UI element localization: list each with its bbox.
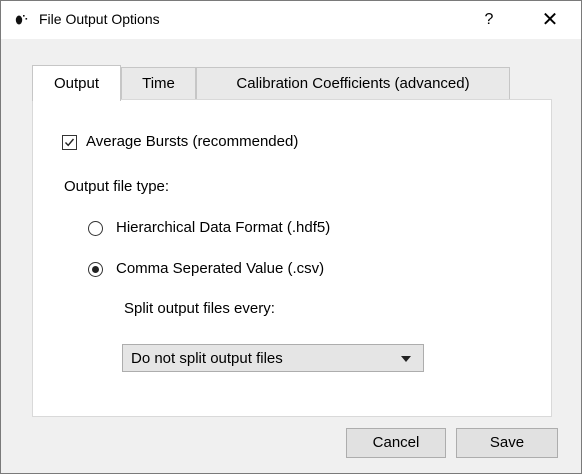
csv-radio[interactable] [88, 262, 103, 277]
split-output-label: Split output files every: [124, 300, 275, 317]
title-bar[interactable]: File Output Options ? ✕ [1, 1, 581, 39]
tab-calibration-coefficients[interactable]: Calibration Coefficients (advanced) [196, 67, 510, 99]
average-bursts-label: Average Bursts (recommended) [86, 133, 299, 150]
help-button[interactable]: ? [479, 8, 499, 32]
average-bursts-checkbox[interactable] [62, 135, 77, 150]
window-title: File Output Options [39, 11, 160, 27]
hdf5-radio[interactable] [88, 221, 103, 236]
tab-output[interactable]: Output [32, 65, 121, 101]
cancel-button[interactable]: Cancel [346, 428, 446, 458]
close-button[interactable]: ✕ [537, 7, 563, 33]
split-output-select-value: Do not split output files [131, 350, 283, 367]
save-button[interactable]: Save [456, 428, 558, 458]
radio-selected-dot [92, 266, 99, 273]
csv-radio-label: Comma Seperated Value (.csv) [116, 260, 325, 277]
app-icon [15, 13, 31, 27]
chevron-down-icon [401, 356, 411, 362]
hdf5-radio-label: Hierarchical Data Format (.hdf5) [116, 219, 331, 236]
output-file-type-label: Output file type: [64, 178, 170, 195]
split-output-select[interactable]: Do not split output files [122, 344, 424, 372]
tab-time[interactable]: Time [121, 67, 196, 99]
